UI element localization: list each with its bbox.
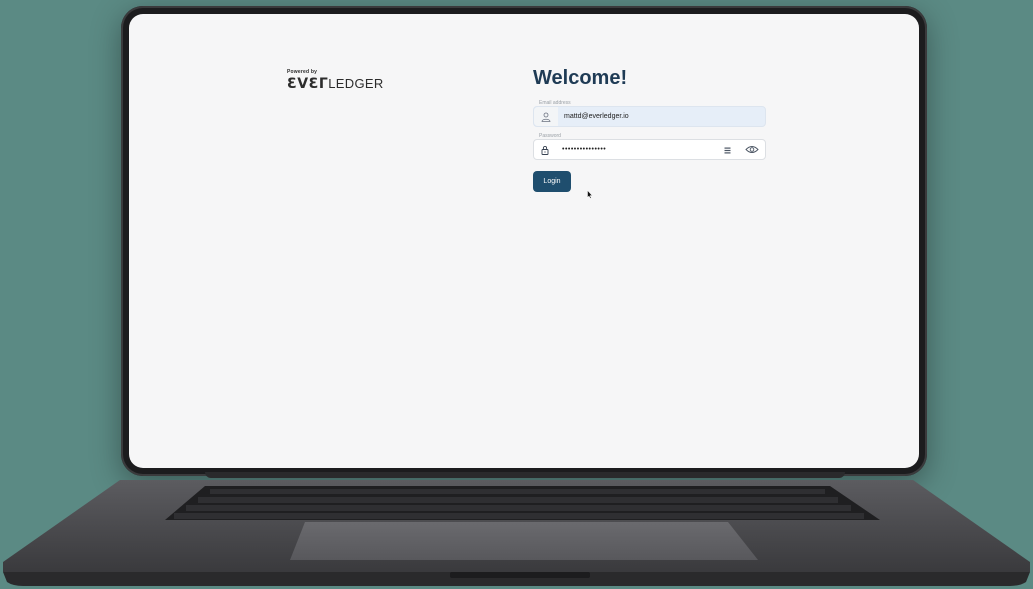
eye-icon[interactable] [745, 141, 759, 159]
mouse-cursor-icon [587, 186, 593, 204]
laptop-lid: Powered by ƐVƐΓ LEDGER Welcome! Email ad… [121, 6, 927, 476]
password-value[interactable]: ••••••••••••••• [562, 146, 606, 153]
email-field[interactable]: mattd@everledger.io [533, 106, 766, 127]
password-field-group: Password ••••••••••••••• [533, 133, 766, 160]
powered-by-label: Powered by [287, 69, 318, 75]
password-field[interactable]: ••••••••••••••• [533, 139, 766, 160]
password-manager-icon[interactable] [724, 141, 731, 159]
email-value[interactable]: mattd@everledger.io [564, 113, 629, 120]
brand-ever: ƐVƐΓ [287, 76, 329, 92]
login-button[interactable]: Login [533, 171, 571, 192]
laptop-base [3, 480, 1030, 586]
page-title: Welcome! [533, 67, 628, 89]
login-screen: Powered by ƐVƐΓ LEDGER Welcome! Email ad… [129, 14, 919, 468]
everledger-logo: Powered by ƐVƐΓ LEDGER [287, 69, 384, 92]
brand-ledger: LEDGER [328, 76, 384, 91]
email-field-group: Email address mattd@everledger.io [533, 100, 766, 127]
password-actions [724, 140, 759, 159]
lock-icon [534, 140, 556, 159]
user-icon [534, 107, 558, 126]
brand-wordmark: ƐVƐΓ LEDGER [287, 76, 384, 92]
